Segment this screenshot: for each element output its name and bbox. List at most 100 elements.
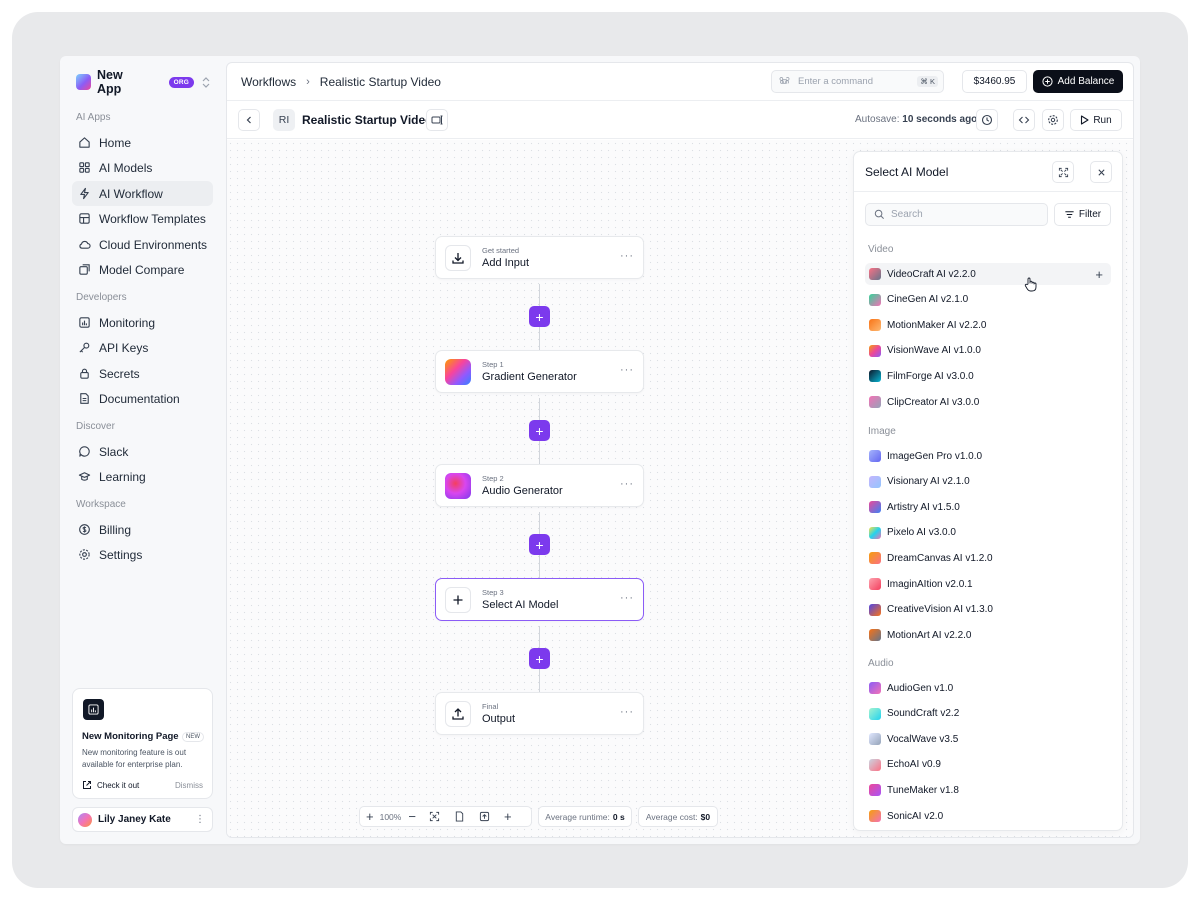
sidebar-item-label: AI Workflow [99,186,163,201]
model-item[interactable]: Pixelo AI v3.0.0 [865,522,1111,544]
select-ai-model-panel: Select AI Model Search Filter Video Video… [853,151,1123,831]
model-name: VisionWave AI v1.0.0 [887,345,981,357]
add-step-button[interactable]: + [529,648,550,669]
user-menu[interactable]: Lily Janey Kate ⋮ [72,807,213,832]
model-item[interactable]: MotionArt AI v2.2.0 [865,624,1111,646]
add-node-icon[interactable]: + [504,809,512,824]
rename-button[interactable] [426,109,448,131]
add-step-button[interactable]: + [529,534,550,555]
add-step-button[interactable]: + [529,420,550,441]
sidebar-item-label: Slack [99,444,129,459]
run-button[interactable]: Run [1070,109,1122,131]
close-button[interactable] [1090,161,1112,183]
zoom-out-icon[interactable]: − [408,809,416,824]
sidebar-item-home[interactable]: Home [72,130,213,155]
add-balance-button[interactable]: Add Balance [1033,70,1123,93]
node-add-input[interactable]: Get started Add Input ··· [435,236,644,279]
breadcrumb-workflows[interactable]: Workflows [241,75,296,89]
model-item[interactable]: VideoCraft AI v2.2.0 + [865,263,1111,285]
sidebar-item-billing[interactable]: Billing [72,517,213,542]
model-item[interactable]: VocalWave v3.5 [865,728,1111,750]
grid-icon [79,162,90,173]
sidebar-item-settings[interactable]: Settings [72,542,213,567]
model-name: DreamCanvas AI v1.2.0 [887,552,993,564]
node-subtitle: Final [482,702,499,711]
more-horizontal-icon[interactable]: ··· [620,364,634,376]
fit-screen-icon[interactable] [429,811,440,822]
node-gradient-generator[interactable]: Step 1 Gradient Generator ··· [435,350,644,393]
model-item[interactable]: ClipCreator AI v3.0.0 [865,391,1111,413]
model-item[interactable]: AudioGen v1.0 [865,677,1111,699]
node-select-ai-model[interactable]: Step 3 Select AI Model ··· [435,578,644,621]
file-icon[interactable] [454,811,465,822]
sidebar-item-api-keys[interactable]: API Keys [72,335,213,360]
back-button[interactable] [238,109,260,131]
dismiss-button[interactable]: Dismiss [175,781,203,790]
layout-icon [79,213,90,224]
dollar-icon [79,524,90,535]
add-step-button[interactable]: + [529,306,550,327]
graduation-cap-icon [78,472,91,481]
sidebar-item-slack[interactable]: Slack [72,439,213,464]
more-horizontal-icon[interactable]: ··· [620,592,634,604]
balance-display: $3460.95 [962,70,1027,93]
model-item[interactable]: FilmForge AI v3.0.0 [865,365,1111,387]
expand-icon [1058,167,1068,177]
model-item[interactable]: ImageGen Pro v1.0.0 [865,445,1111,467]
expand-button[interactable] [1052,161,1074,183]
promo-card: New Monitoring Page NEW New monitoring f… [72,688,213,799]
model-item[interactable]: DreamCanvas AI v1.2.0 [865,547,1111,569]
sidebar-item-ai-models[interactable]: AI Models [72,155,213,180]
settings-button[interactable] [1042,109,1064,131]
code-button[interactable] [1013,109,1035,131]
zoom-in-icon[interactable]: + [366,809,374,824]
sidebar-item-documentation[interactable]: Documentation [72,386,213,411]
model-item[interactable]: MotionMaker AI v2.2.0 [865,314,1111,336]
bolt-icon [80,187,89,200]
shortcut-badge: ⌘ K [917,76,938,87]
sidebar-item-secrets[interactable]: Secrets [72,361,213,386]
external-link-icon [83,781,91,789]
image-export-icon[interactable] [479,811,490,822]
history-button[interactable] [976,109,998,131]
sidebar-item-monitoring[interactable]: Monitoring [72,310,213,335]
more-horizontal-icon[interactable]: ··· [620,250,634,262]
history-icon [981,114,993,126]
more-horizontal-icon[interactable]: ··· [620,478,634,490]
model-name: VocalWave v3.5 [887,733,959,745]
model-item[interactable]: Visionary AI v2.1.0 [865,471,1111,493]
autosave-label: Autosave: [855,114,900,125]
org-switcher[interactable]: New App ORG [76,68,210,96]
model-item[interactable]: Artistry AI v1.5.0 [865,496,1111,518]
close-icon [1097,168,1105,176]
model-item[interactable]: SonicAI v2.0 [865,805,1111,827]
model-search-input[interactable]: Search [865,203,1048,226]
sidebar-item-cloud-environments[interactable]: Cloud Environments [72,232,213,257]
model-logo-icon [869,293,881,306]
sidebar-item-label: AI Models [99,160,153,175]
sidebar-item-model-compare[interactable]: Model Compare [72,257,213,282]
node-title: Select AI Model [482,599,559,611]
edit-field-icon [431,115,443,125]
home-icon [79,137,90,148]
model-item[interactable]: VisionWave AI v1.0.0 [865,340,1111,362]
model-logo-icon [869,552,881,565]
model-item[interactable]: CineGen AI v2.1.0 [865,289,1111,311]
node-output[interactable]: Final Output ··· [435,692,644,735]
model-item[interactable]: CreativeVision AI v1.3.0 [865,599,1111,621]
node-audio-generator[interactable]: Step 2 Audio Generator ··· [435,464,644,507]
sidebar-item-workflow-templates[interactable]: Workflow Templates [72,206,213,231]
model-item[interactable]: EchoAI v0.9 [865,754,1111,776]
model-item[interactable]: SoundCraft v2.2 [865,703,1111,725]
sidebar-item-learning[interactable]: Learning [72,464,213,489]
model-item[interactable]: ImaginAItion v2.0.1 [865,573,1111,595]
filter-button[interactable]: Filter [1054,203,1111,226]
model-item[interactable]: TuneMaker v1.8 [865,779,1111,801]
command-input[interactable]: Enter a command ⌘ K [771,70,944,93]
add-model-icon[interactable]: + [1095,267,1103,282]
check-it-out-link[interactable]: Check it out [82,780,139,790]
more-horizontal-icon[interactable]: ··· [620,706,634,718]
sidebar-item-ai-workflow[interactable]: AI Workflow [72,181,213,206]
more-vertical-icon[interactable]: ⋮ [195,814,205,825]
avatar [78,812,92,827]
